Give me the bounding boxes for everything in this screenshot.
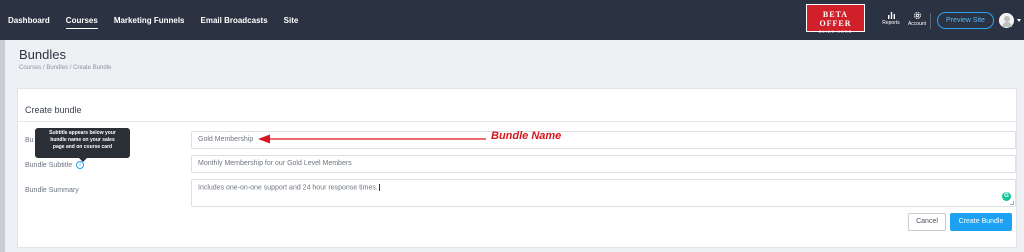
reports-button[interactable]: Reports [879, 11, 903, 26]
bundle-subtitle-value: Monthly Membership for our Gold Level Me… [198, 160, 352, 167]
left-edge-strip [0, 40, 5, 252]
reports-icon [887, 12, 895, 19]
account-button[interactable]: Account [905, 11, 929, 27]
beta-offer-banner[interactable]: BETA OFFER CLICK HERE [806, 4, 865, 34]
cancel-button[interactable]: Cancel [908, 213, 946, 231]
tooltip-line: page and on course card [52, 144, 113, 150]
nav-courses[interactable]: Courses [65, 16, 98, 29]
bundle-subtitle-label-row: Bundle Subtitle i [25, 161, 85, 169]
account-label: Account [907, 21, 927, 27]
card-title: Create bundle [25, 105, 82, 115]
bundle-subtitle-input[interactable]: Monthly Membership for our Gold Level Me… [191, 155, 1016, 173]
info-icon[interactable]: i [76, 161, 85, 169]
grammarly-icon[interactable]: G [1002, 192, 1011, 201]
beta-offer-sub: CLICK HERE [818, 29, 853, 34]
subtitle-tooltip: Subtitle appears below your bundle name … [35, 128, 130, 162]
bundle-summary-value: Includes one-on-one support and 24 hour … [198, 184, 378, 192]
bundle-summary-textarea[interactable]: Includes one-on-one support and 24 hour … [191, 179, 1016, 207]
create-bundle-button[interactable]: Create Bundle [950, 213, 1012, 231]
tooltip-line: Subtitle appears below your [49, 130, 116, 136]
nav-email-broadcasts[interactable]: Email Broadcasts [201, 16, 268, 25]
bundle-summary-label: Bundle Summary [25, 187, 79, 194]
card-divider [18, 121, 1016, 122]
breadcrumb[interactable]: Courses / Bundles / Create Bundle [19, 65, 111, 71]
create-bundle-card: Create bundle Bu Gold Membership Bundle … [17, 88, 1017, 248]
top-navbar: Dashboard Courses Marketing Funnels Emai… [0, 0, 1024, 40]
chevron-down-icon[interactable] [1017, 19, 1021, 22]
text-cursor [378, 184, 380, 191]
bundle-name-annotation: Bundle Name [491, 130, 562, 142]
nav-site[interactable]: Site [284, 16, 299, 25]
resize-handle[interactable] [1010, 201, 1014, 205]
toolbar-divider [930, 13, 931, 29]
main-nav: Dashboard Courses Marketing Funnels Emai… [8, 0, 298, 40]
reports-label: Reports [882, 20, 900, 26]
bundle-name-label: Bu [25, 137, 34, 144]
bundle-subtitle-label: Bundle Subtitle [25, 161, 73, 169]
bundle-name-value: Gold Membership [198, 136, 254, 143]
nav-marketing-funnels[interactable]: Marketing Funnels [114, 16, 185, 25]
page-title: Bundles [19, 47, 66, 62]
nav-dashboard[interactable]: Dashboard [8, 16, 50, 25]
preview-site-button[interactable]: Preview Site [937, 12, 994, 29]
tooltip-line: bundle name on your sales [50, 137, 115, 143]
arrow-left-icon [258, 134, 486, 144]
user-avatar-icon[interactable] [999, 13, 1014, 28]
beta-offer-title: BETA OFFER [819, 10, 852, 28]
gear-icon [913, 12, 921, 19]
